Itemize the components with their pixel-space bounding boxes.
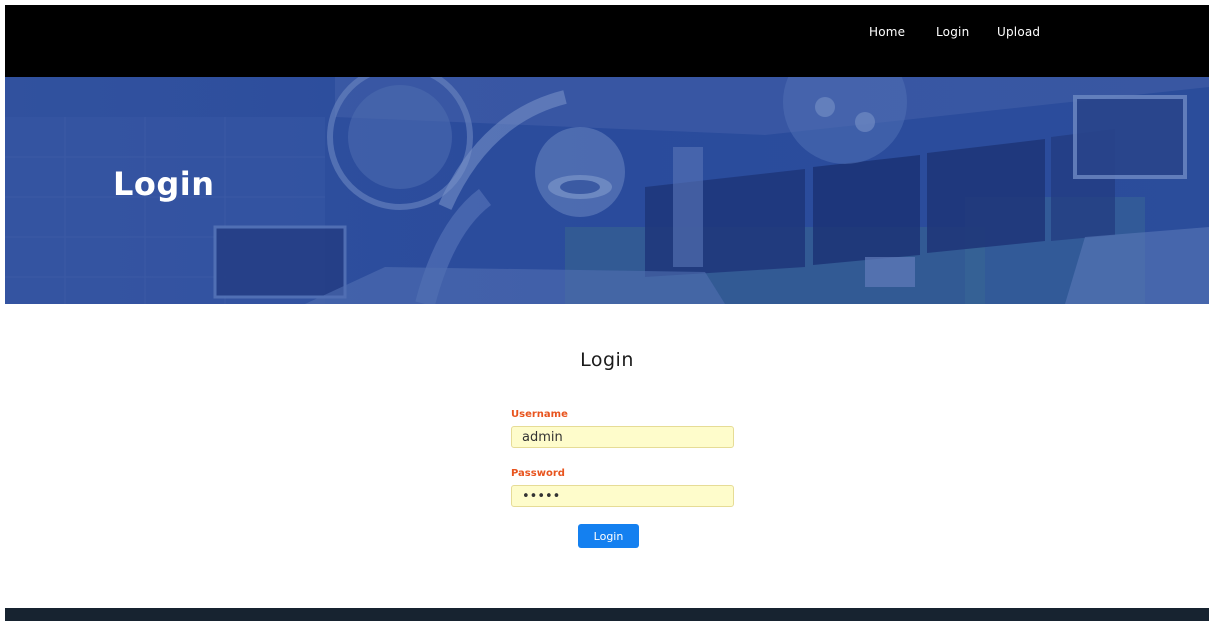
footer <box>5 608 1209 621</box>
username-input[interactable] <box>511 426 734 448</box>
password-label: Password <box>511 468 565 479</box>
nav-upload-link[interactable]: Upload <box>997 25 1040 39</box>
top-navbar: Home Login Upload <box>5 5 1209 77</box>
nav-login-link[interactable]: Login <box>936 25 969 39</box>
nav-home-link[interactable]: Home <box>869 25 905 39</box>
username-label: Username <box>511 409 568 420</box>
hero-title: Login <box>113 165 215 203</box>
password-input[interactable] <box>511 485 734 507</box>
page: Home Login Upload Login Login Username a… <box>5 5 1209 621</box>
form-title: Login <box>580 349 634 371</box>
login-button[interactable]: Login <box>578 524 639 548</box>
hero-banner: Login <box>5 77 1209 304</box>
